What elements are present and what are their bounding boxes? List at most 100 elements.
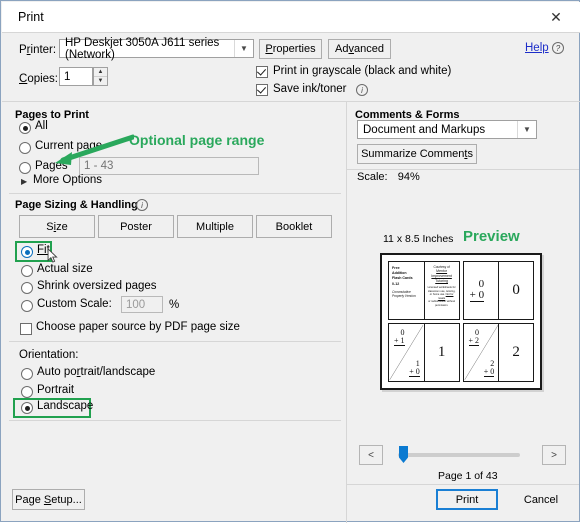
advanced-button[interactable]: Advanced bbox=[328, 39, 391, 59]
page-sizing-title: Page Sizing & Handling bbox=[15, 199, 138, 211]
scale-label-text: Scale: bbox=[357, 171, 388, 183]
copies-input[interactable] bbox=[59, 67, 93, 86]
preview-page: Free Addition Flash Cards 0-12 Commutative P… bbox=[380, 253, 542, 390]
page-title: Print bbox=[18, 10, 44, 24]
paper-source-label[interactable]: Choose paper source by PDF page size bbox=[36, 321, 240, 333]
multiple-button-label: Multiple bbox=[196, 220, 234, 233]
divider-sizing-orientation bbox=[9, 341, 341, 342]
radio-auto-orientation-label-text: Auto portrait/landscape bbox=[37, 366, 156, 378]
pages-to-print-title: Pages to Print bbox=[15, 109, 89, 121]
card-problem-sum-1b: 1 + 0 bbox=[409, 359, 420, 377]
card-courtesy-text: Courtesy of Mentor Improvement Tutoring Li… bbox=[427, 265, 456, 307]
advanced-button-label: Advanced bbox=[335, 43, 384, 55]
page-status-label: Page 1 of 43 bbox=[438, 470, 498, 482]
comments-forms-select[interactable]: Document and Markups ▼ bbox=[357, 120, 537, 139]
size-button[interactable]: Size bbox=[19, 215, 95, 238]
size-button-label: Size bbox=[46, 220, 68, 233]
radio-portrait-label[interactable]: Portrait bbox=[37, 384, 74, 396]
next-page-label: > bbox=[551, 449, 557, 461]
radio-shrink[interactable] bbox=[21, 282, 33, 294]
card-problem-face-0: 0 + 0 bbox=[464, 262, 499, 319]
preview-card-problem-0: 0 + 0 0 bbox=[462, 261, 534, 320]
grayscale-label[interactable]: Print in grayscale (black and white) bbox=[273, 65, 451, 77]
triangle-right-icon[interactable]: ▶ bbox=[21, 177, 27, 186]
multiple-button[interactable]: Multiple bbox=[177, 215, 253, 238]
grayscale-label-text: Print in grayscale (black and white) bbox=[273, 65, 452, 77]
page-slider-track[interactable] bbox=[398, 453, 520, 457]
radio-all-label[interactable]: All bbox=[35, 120, 48, 132]
chevron-down-icon-comments: ▼ bbox=[517, 121, 536, 138]
card-problem-sum-0: 0 + 0 bbox=[469, 278, 485, 302]
radio-fit[interactable] bbox=[21, 246, 33, 258]
card-title-text: Free Addition Flash Cards 0-12 Commutative P… bbox=[392, 266, 416, 299]
summarize-comments-label: Summarize Comments bbox=[361, 148, 473, 160]
radio-landscape[interactable] bbox=[21, 402, 33, 414]
paper-source-checkbox[interactable] bbox=[20, 323, 32, 335]
radio-auto-orientation[interactable] bbox=[21, 368, 33, 380]
more-options-toggle[interactable]: More Options bbox=[33, 174, 102, 186]
grayscale-checkbox[interactable] bbox=[256, 66, 268, 78]
radio-auto-orientation-label[interactable]: Auto portrait/landscape bbox=[37, 366, 155, 378]
saveink-label-text: Save ink/toner bbox=[273, 83, 347, 95]
radio-landscape-label[interactable]: Landscape bbox=[37, 400, 93, 412]
radio-fit-label[interactable]: Fit bbox=[37, 244, 50, 256]
page-setup-button[interactable]: Page Setup... bbox=[12, 489, 85, 510]
saveink-label[interactable]: Save ink/toner bbox=[273, 83, 347, 95]
custom-scale-input[interactable] bbox=[121, 296, 163, 313]
previous-page-label: < bbox=[368, 449, 374, 461]
divider-orientation-footer bbox=[9, 420, 341, 421]
previous-page-button[interactable]: < bbox=[359, 445, 383, 465]
info-circle-icon-saveink[interactable]: i bbox=[356, 84, 368, 96]
poster-button[interactable]: Poster bbox=[98, 215, 174, 238]
radio-shrink-label[interactable]: Shrink oversized pages bbox=[37, 280, 157, 292]
annotation-page-range-note: Optional page range bbox=[129, 132, 265, 148]
print-dialog: Print ✕ Printer: HP Deskjet 3050A J611 s… bbox=[0, 0, 580, 523]
close-icon[interactable]: ✕ bbox=[540, 6, 572, 28]
radio-landscape-label-text: Landscape bbox=[37, 400, 94, 412]
more-options-label: More Options bbox=[33, 174, 103, 186]
question-circle-icon[interactable]: ? bbox=[552, 42, 564, 54]
title-bar: Print ✕ bbox=[2, 2, 580, 32]
info-circle-icon-sizing[interactable]: i bbox=[136, 199, 148, 211]
booklet-button[interactable]: Booklet bbox=[256, 215, 332, 238]
divider-pages-sizing bbox=[9, 193, 341, 194]
next-page-button[interactable]: > bbox=[542, 445, 566, 465]
copies-stepper[interactable]: ▲ ▼ bbox=[93, 67, 108, 86]
comments-forms-select-value: Document and Markups bbox=[363, 123, 486, 136]
help-link[interactable]: Help bbox=[525, 42, 549, 54]
scale-label: Scale: 94% bbox=[357, 171, 420, 183]
cancel-button-label: Cancel bbox=[523, 493, 559, 506]
print-button-label: Print bbox=[455, 493, 479, 506]
orientation-title: Orientation: bbox=[19, 349, 79, 361]
page-setup-label: Page Setup... bbox=[15, 493, 82, 506]
column-divider bbox=[346, 101, 347, 523]
preview-card-problem-2: 0 + 2 2 + 0 2 bbox=[462, 323, 534, 382]
properties-button-label: Properties bbox=[265, 43, 316, 55]
section-divider-top bbox=[2, 101, 580, 102]
radio-portrait[interactable] bbox=[21, 386, 33, 398]
radio-portrait-label-text: Portrait bbox=[37, 384, 75, 396]
divider-preview-footer bbox=[347, 484, 579, 485]
stepper-up-icon[interactable]: ▲ bbox=[94, 68, 107, 77]
summarize-comments-button[interactable]: Summarize Comments bbox=[357, 144, 477, 164]
poster-button-label: Poster bbox=[120, 220, 152, 233]
booklet-button-label: Booklet bbox=[275, 220, 313, 233]
radio-all-label-text: All bbox=[35, 120, 48, 132]
paper-source-label-text: Choose paper source by PDF page size bbox=[36, 321, 240, 333]
annotation-preview-note: Preview bbox=[463, 228, 520, 245]
stepper-down-icon[interactable]: ▼ bbox=[94, 77, 107, 85]
divider-comments-preview bbox=[347, 169, 579, 170]
saveink-checkbox[interactable] bbox=[256, 84, 268, 96]
radio-actual-size[interactable] bbox=[21, 265, 33, 277]
cancel-button[interactable]: Cancel bbox=[510, 489, 572, 510]
radio-custom-scale[interactable] bbox=[21, 300, 33, 312]
properties-button[interactable]: Properties bbox=[259, 39, 322, 59]
title-divider bbox=[2, 32, 580, 33]
radio-actual-size-label[interactable]: Actual size bbox=[37, 263, 93, 275]
printer-select[interactable]: HP Deskjet 3050A J611 series (Network) ▼ bbox=[59, 37, 254, 61]
print-button[interactable]: Print bbox=[436, 489, 498, 510]
radio-custom-scale-label[interactable]: Custom Scale: bbox=[37, 298, 112, 310]
page-slider-thumb[interactable] bbox=[399, 446, 408, 463]
radio-actual-size-label-text: Actual size bbox=[37, 263, 93, 275]
card-answer-2: 2 bbox=[512, 344, 520, 360]
